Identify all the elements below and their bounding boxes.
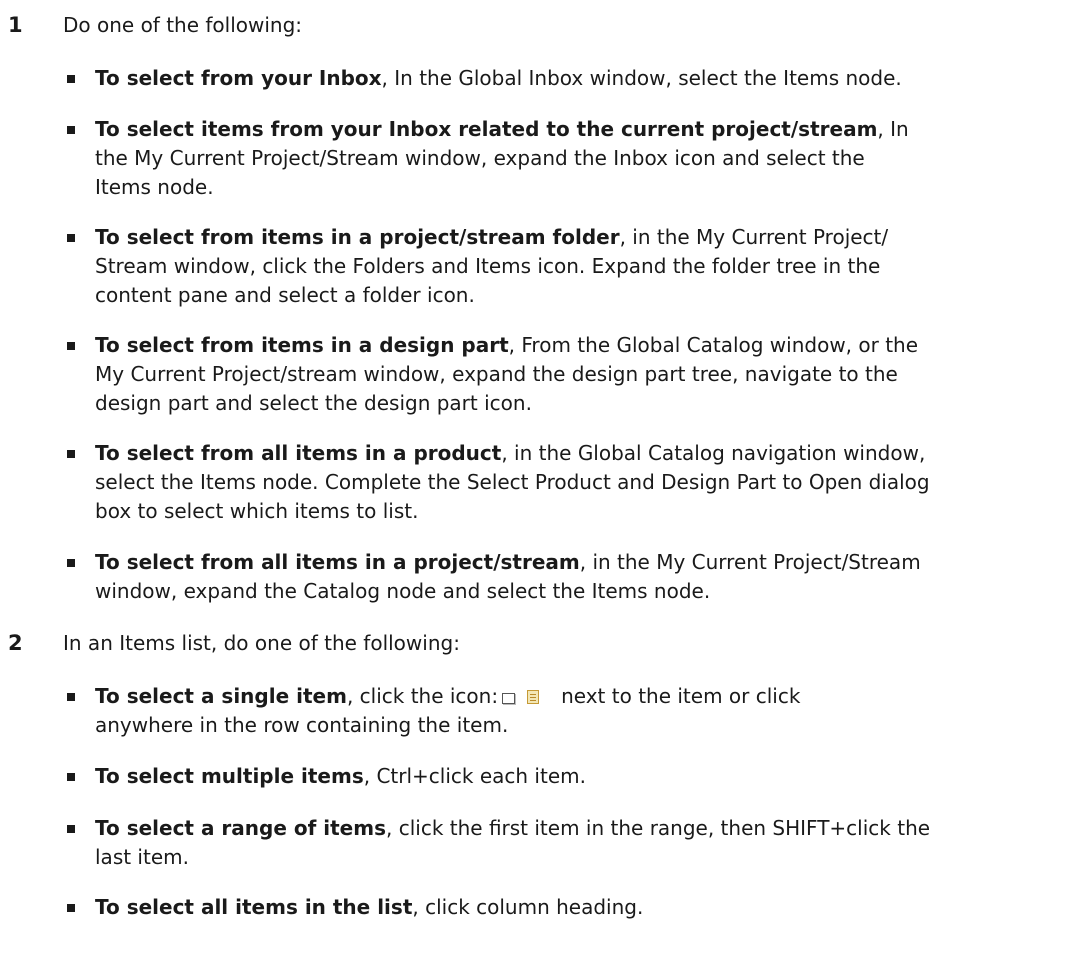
- bullet-text: , In the Global Inbox window, select the…: [381, 66, 902, 90]
- bullet-text: the My Current Project/Stream window, ex…: [95, 146, 865, 170]
- bullet-text: , click the first item in the range, the…: [386, 816, 931, 840]
- item-document-icon: [527, 690, 540, 704]
- bullet-heading: To select multiple items: [95, 764, 364, 788]
- step-number: 2: [8, 631, 23, 655]
- bullet-text: , in the My Current Project/: [619, 225, 889, 249]
- bullet-heading: To select from items in a project/stream…: [95, 225, 620, 249]
- bullet-square-icon: [67, 234, 75, 242]
- bullet-text: box to select which items to list.: [95, 499, 419, 523]
- step-text: In an Items list, do one of the followin…: [63, 631, 460, 655]
- step-text: Do one of the following:: [63, 13, 303, 37]
- bullet-square-icon: [67, 773, 75, 781]
- item-checkbox-icon: [502, 693, 516, 704]
- bullet-text: My Current Project/stream window, expand…: [95, 362, 898, 386]
- bullet-text: Items node.: [95, 175, 214, 199]
- bullet-square-icon: [67, 693, 75, 701]
- bullet-square-icon: [67, 126, 75, 134]
- bullet-text: , in the My Current Project/Stream: [579, 550, 921, 574]
- bullet-square-icon: [67, 450, 75, 458]
- bullet-text: anywhere in the row containing the item.: [95, 713, 509, 737]
- bullet-heading: To select a single item: [95, 684, 347, 708]
- bullet-square-icon: [67, 904, 75, 912]
- bullet-heading: To select from all items in a project/st…: [95, 550, 580, 574]
- bullet-text: next to the item or click: [561, 684, 801, 708]
- bullet-square-icon: [67, 342, 75, 350]
- bullet-text: content pane and select a folder icon.: [95, 283, 475, 307]
- bullet-heading: To select from items in a design part: [95, 333, 509, 357]
- bullet-heading: To select a range of items: [95, 816, 386, 840]
- bullet-heading: To select from your Inbox: [95, 66, 382, 90]
- bullet-text: design part and select the design part i…: [95, 391, 532, 415]
- bullet-text: Stream window, click the Folders and Ite…: [95, 254, 881, 278]
- bullet-text: window, expand the Catalog node and sele…: [95, 579, 711, 603]
- bullet-text: , Ctrl+click each item.: [363, 764, 586, 788]
- bullet-text: , click the icon:: [346, 684, 499, 708]
- bullet-square-icon: [67, 559, 75, 567]
- bullet-text: select the Items node. Complete the Sele…: [95, 470, 930, 494]
- bullet-heading: To select from all items in a product: [95, 441, 502, 465]
- bullet-text: , In: [877, 117, 909, 141]
- bullet-square-icon: [67, 75, 75, 83]
- bullet-heading: To select items from your Inbox related …: [95, 117, 878, 141]
- bullet-text: , in the Global Catalog navigation windo…: [501, 441, 926, 465]
- bullet-square-icon: [67, 825, 75, 833]
- bullet-text: , click column heading.: [412, 895, 644, 919]
- bullet-text: , From the Global Catalog window, or the: [508, 333, 919, 357]
- bullet-text: last item.: [95, 845, 189, 869]
- step-number: 1: [8, 13, 23, 37]
- bullet-heading: To select all items in the list: [95, 895, 413, 919]
- procedure-page: 1 Do one of the following: To select fro…: [0, 0, 1092, 954]
